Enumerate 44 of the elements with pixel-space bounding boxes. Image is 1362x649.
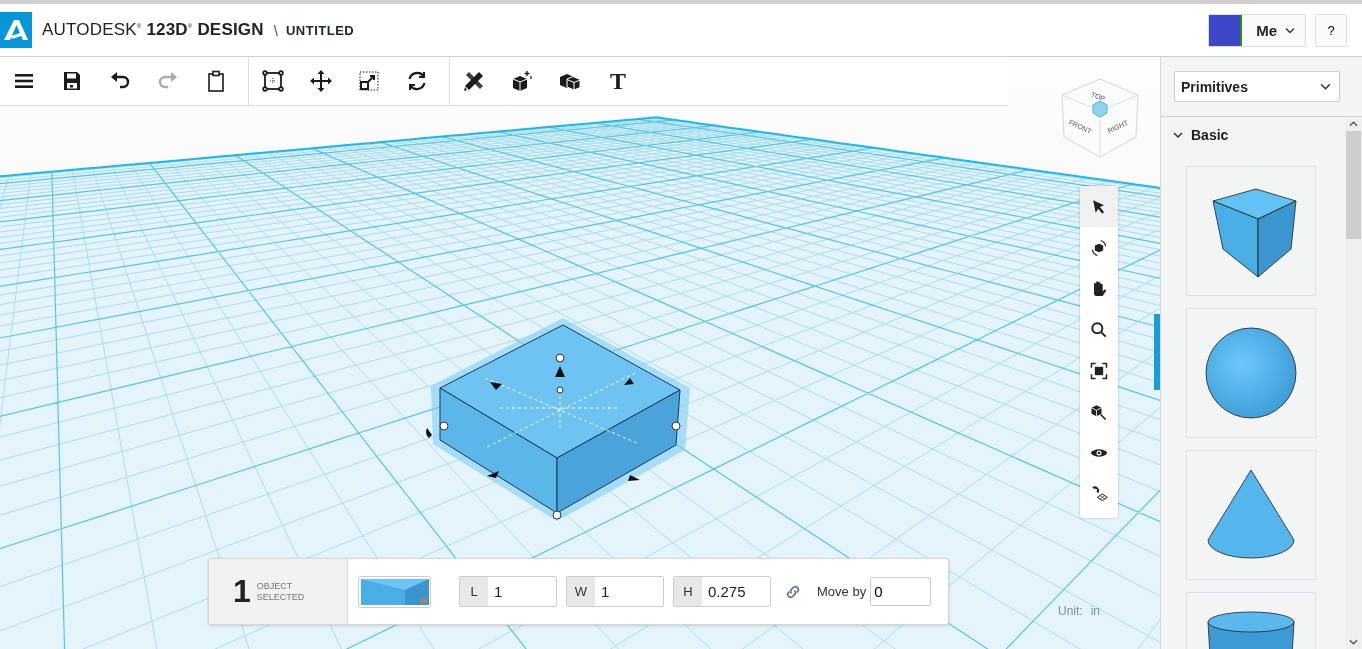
axis-label: L bbox=[460, 577, 488, 606]
scroll-down-icon[interactable] bbox=[1349, 639, 1358, 645]
unit-value: in bbox=[1090, 604, 1101, 618]
cone-tile[interactable] bbox=[1186, 450, 1316, 580]
text-tool-button[interactable]: T bbox=[594, 57, 642, 105]
selection-label: OBJECT SELECTED bbox=[256, 580, 306, 603]
user-menu[interactable]: Me bbox=[1208, 13, 1306, 47]
material-preview-icon bbox=[360, 578, 429, 605]
section-header[interactable]: Basic bbox=[1161, 117, 1345, 153]
move-arrows-icon bbox=[309, 69, 333, 93]
scroll-up-icon[interactable] bbox=[1349, 121, 1358, 127]
ruler-pencil-icon bbox=[462, 69, 486, 93]
title-separator: \ bbox=[273, 21, 278, 39]
scale-icon bbox=[357, 69, 381, 93]
scrollbar[interactable] bbox=[1345, 117, 1362, 649]
avatar-picture bbox=[1209, 14, 1243, 46]
move-by-field[interactable]: 0 bbox=[870, 577, 932, 606]
orbit-tool-button[interactable] bbox=[1080, 227, 1118, 268]
library-dropdown[interactable]: Primitives bbox=[1174, 71, 1340, 102]
select-tool-button[interactable] bbox=[1080, 186, 1118, 227]
fit-view-icon bbox=[1089, 360, 1109, 381]
brand-title: AUTODESK$^{®}$ 123D$^{®}$ DESIGN bbox=[42, 20, 264, 40]
move-by-label: Move by bbox=[817, 584, 867, 599]
cube-arrows-icon bbox=[510, 69, 534, 93]
caret-icon bbox=[1320, 83, 1331, 90]
panel-collapse-handle[interactable] bbox=[1154, 314, 1160, 390]
chevron-icon bbox=[1173, 130, 1183, 140]
dimension-field[interactable]: L 1 bbox=[459, 576, 557, 607]
sphere-tile[interactable] bbox=[1186, 308, 1316, 438]
scrollbar-thumb[interactable] bbox=[1346, 131, 1361, 239]
unit-label: Unit: bbox=[1058, 604, 1083, 618]
selection-count: 1 bbox=[233, 573, 251, 610]
document-title: UNTITLED bbox=[285, 22, 355, 38]
caret-icon bbox=[1285, 26, 1295, 34]
bounding-box-icon bbox=[261, 69, 285, 93]
cube-tile[interactable] bbox=[1186, 166, 1316, 296]
search-icon bbox=[1089, 319, 1109, 340]
axis-label: W bbox=[567, 577, 595, 606]
dimension-field[interactable]: H 0.275 bbox=[673, 576, 771, 607]
dimension-field[interactable]: W 1 bbox=[566, 576, 664, 607]
axis-label: H bbox=[674, 577, 702, 606]
material-swatch[interactable] bbox=[358, 575, 431, 608]
help-button[interactable]: ? bbox=[1315, 13, 1347, 47]
orbit-icon bbox=[1089, 237, 1109, 258]
